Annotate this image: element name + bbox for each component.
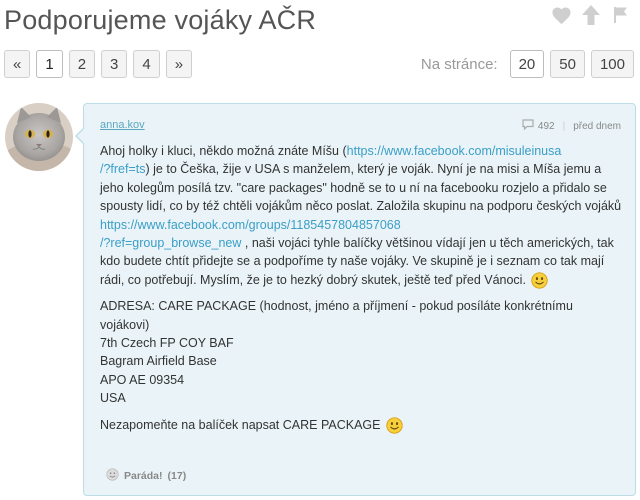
address-line-3: Bagram Airfield Base — [100, 354, 217, 369]
page-actions — [550, 4, 632, 26]
address-line-1: ADRESA: CARE PACKAGE (hodnost, jméno a p… — [100, 299, 573, 332]
reaction-button[interactable]: Paráda! (17) — [106, 468, 186, 484]
post-closing: Nezapomeňte na balíček napsat CARE PACKA… — [100, 416, 625, 434]
comment-icon — [522, 119, 534, 133]
post-bubble: anna.kov 492 | před dnem Ahoj holky i kl… — [83, 103, 636, 496]
reaction-label: Paráda! — [124, 470, 163, 482]
arrow-up-icon[interactable] — [580, 4, 602, 26]
address-line-5: USA — [100, 391, 126, 406]
reaction-count: (17) — [167, 470, 187, 482]
address-line-4: APO AE 09354 — [100, 372, 185, 387]
smiley-reaction-icon — [106, 468, 119, 484]
post-author-link[interactable]: anna.kov — [100, 119, 145, 131]
per-page-selector: Na stránce: 20 50 100 — [421, 50, 634, 78]
post-meta: 492 | před dnem — [522, 119, 621, 133]
bubble-arrow-inner — [77, 129, 84, 143]
per-page-label: Na stránce: — [420, 55, 498, 73]
page-title: Podporujeme vojáky AČR — [4, 5, 317, 35]
pagination: « 1 2 3 4 » — [4, 50, 193, 78]
comment-count: 492 — [537, 120, 555, 132]
post-paragraph-1: Ahoj holky i kluci, někdo možná znáte Mí… — [100, 142, 625, 289]
avatar[interactable] — [5, 103, 73, 171]
post-time: před dnem — [573, 120, 621, 132]
pagination-prev-button[interactable]: « — [4, 50, 31, 78]
smiley-icon — [386, 417, 403, 434]
pagination-page-3[interactable]: 3 — [101, 50, 128, 78]
address-line-2: 7th Czech FP COY BAF — [100, 336, 234, 351]
post-body: Ahoj holky i kluci, někdo možná znáte Mí… — [100, 142, 625, 434]
pagination-next-button[interactable]: » — [165, 50, 193, 78]
per-page-option-50[interactable]: 50 — [550, 50, 585, 78]
meta-separator: | — [562, 120, 566, 132]
pagination-page-1[interactable]: 1 — [36, 50, 63, 78]
per-page-option-100[interactable]: 100 — [590, 50, 634, 78]
pagination-page-2[interactable]: 2 — [68, 50, 96, 78]
heart-icon[interactable] — [550, 4, 572, 26]
smiley-icon — [531, 272, 549, 289]
flag-icon[interactable] — [610, 4, 632, 26]
pagination-page-4[interactable]: 4 — [133, 50, 160, 78]
per-page-option-20[interactable]: 20 — [509, 50, 545, 78]
